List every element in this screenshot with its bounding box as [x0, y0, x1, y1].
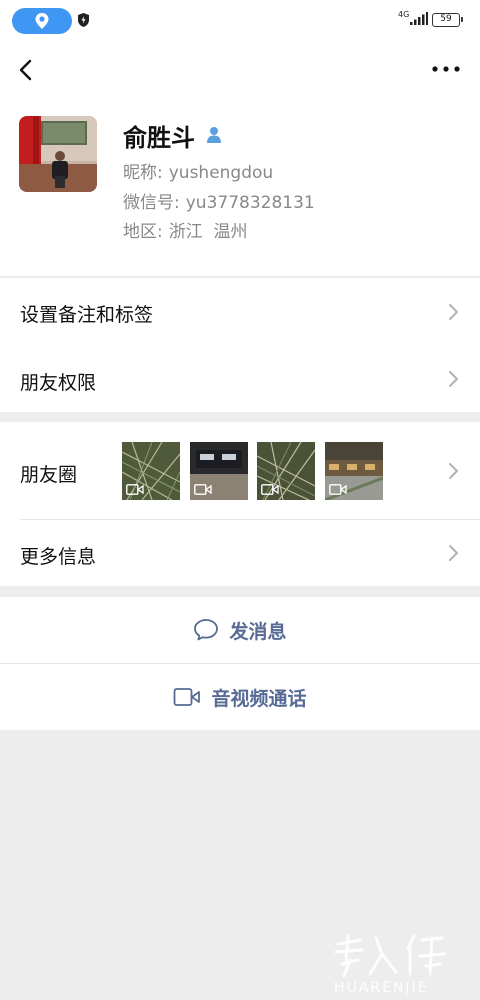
- friend-permissions-label: 朋友权限: [20, 372, 97, 394]
- person-male-icon: [207, 127, 221, 143]
- moments-thumbnail: [325, 442, 383, 500]
- chevron-left-icon[interactable]: [14, 58, 38, 82]
- friend-permissions-cell[interactable]: 朋友权限: [0, 346, 480, 412]
- location-pin-icon: [35, 13, 49, 29]
- video-icon: [329, 484, 347, 495]
- chevron-right-icon: [449, 463, 458, 479]
- chevron-right-icon: [449, 545, 458, 561]
- chevron-right-icon: [449, 371, 458, 387]
- avatar[interactable]: [19, 116, 97, 192]
- moments-thumbnail: [122, 442, 180, 500]
- more-info-cell[interactable]: 更多信息: [0, 520, 480, 586]
- location-pill: [12, 8, 72, 34]
- send-message-button[interactable]: 发消息: [0, 597, 480, 663]
- video-camera-icon: [174, 688, 201, 706]
- shield-icon: [78, 13, 89, 27]
- wechat-id-row: 微信号: yu3778328131: [123, 188, 315, 213]
- wechat-id-label: 微信号:: [123, 193, 180, 213]
- nickname-value: yushengdou: [168, 163, 274, 183]
- top-nav: [0, 42, 480, 98]
- nickname-row: 昵称: yushengdou: [123, 158, 273, 183]
- chat-bubble-icon: [194, 619, 219, 641]
- region-value: 浙江 温州: [168, 222, 248, 242]
- remark-tags-cell[interactable]: 设置备注和标签: [0, 278, 480, 346]
- moments-thumbnail: [190, 442, 248, 500]
- chevron-right-icon: [449, 304, 458, 320]
- av-call-button[interactable]: 音视频通话: [0, 664, 480, 730]
- video-icon: [126, 484, 144, 495]
- video-icon: [194, 484, 212, 495]
- more-info-label: 更多信息: [20, 546, 97, 568]
- network-type: 4G: [398, 10, 410, 19]
- signal-icon: [410, 12, 428, 25]
- moments-thumbnail: [257, 442, 315, 500]
- battery-icon: 59: [432, 13, 463, 27]
- watermark-logo: HUARENJIE: [334, 934, 446, 996]
- remark-tags-label: 设置备注和标签: [20, 304, 154, 326]
- video-icon: [261, 484, 279, 495]
- wechat-id-value: yu3778328131: [185, 193, 315, 213]
- region-row: 地区: 浙江 温州: [123, 217, 248, 242]
- nickname-label: 昵称:: [123, 163, 163, 183]
- watermark-brand: HUARENJIE: [334, 980, 429, 996]
- status-bar: 4G 59: [0, 0, 480, 42]
- region-label: 地区:: [123, 222, 163, 242]
- more-dots-icon[interactable]: [430, 64, 462, 74]
- profile-card: 俞胜斗 昵称: yushengdou 微信号: yu3778328131 地区: 浙江…: [0, 98, 480, 276]
- av-call-label: 音视频通话: [211, 687, 307, 710]
- moments-cell[interactable]: 朋友圈: [0, 422, 480, 520]
- send-message-label: 发消息: [229, 620, 287, 643]
- contact-name: 俞胜斗: [123, 123, 195, 152]
- moments-label: 朋友圈: [20, 464, 78, 486]
